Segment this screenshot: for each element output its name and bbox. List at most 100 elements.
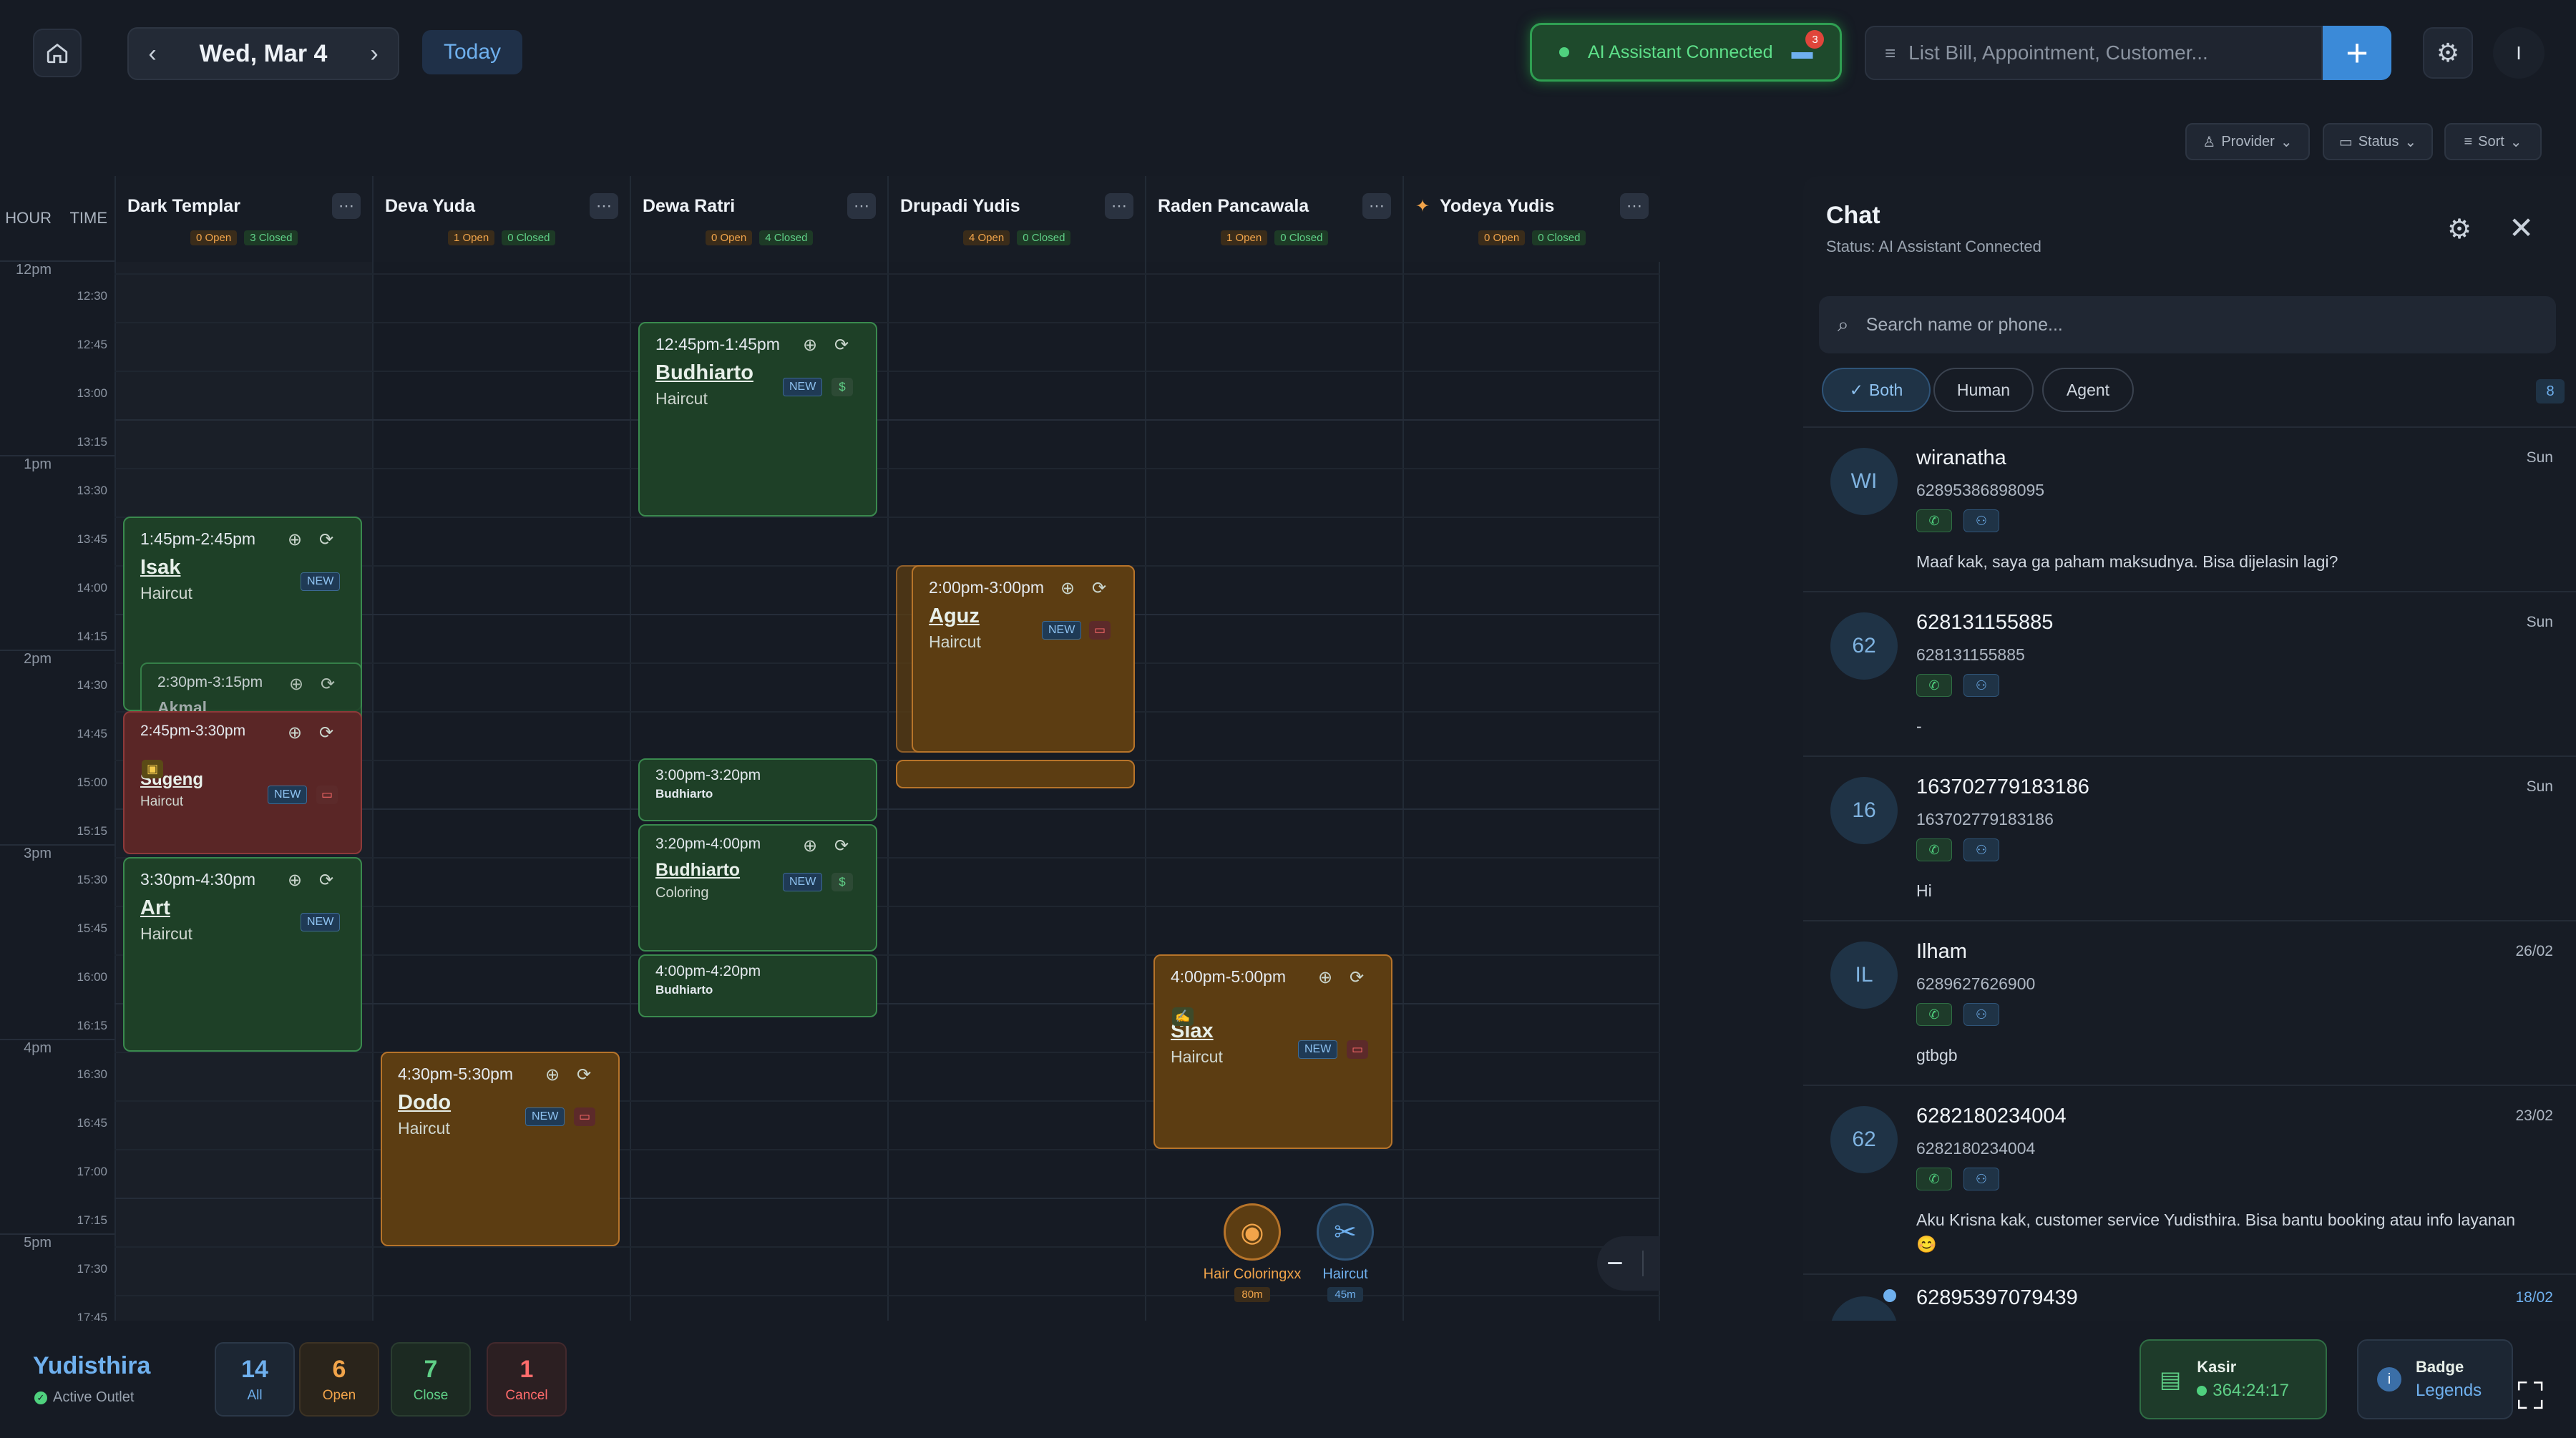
signature-badge-icon: ✍ — [1172, 1007, 1194, 1026]
more-icon[interactable]: ⋯ — [590, 193, 618, 219]
more-icon[interactable]: ⋯ — [847, 193, 876, 219]
appointment-card[interactable]: 4:00pm-4:20pm Budhiarto — [638, 954, 877, 1017]
conversation-count: 8 — [2536, 379, 2565, 403]
add-circle-icon[interactable]: ⊕ — [288, 870, 302, 891]
kasir-button[interactable]: ▤ Kasir 364:24:17 — [2140, 1339, 2327, 1419]
service-dock-item[interactable]: ✂ Haircut 45m — [1309, 1203, 1381, 1303]
customer-name[interactable]: Slax — [1171, 1019, 1375, 1043]
time-label: 17:00 — [77, 1165, 107, 1178]
refresh-icon[interactable]: ⟳ — [834, 335, 849, 356]
appointment-card[interactable]: 3:30pm-4:30pm ⊕ ⟳ NEW Art Haircut — [123, 857, 362, 1052]
chevron-left-icon[interactable]: ‹ — [129, 40, 176, 68]
appointment-card[interactable]: 2:00pm-3:00pm ⊕ ⟳ NEW ▭ Aguz Haircut — [912, 565, 1135, 753]
add-circle-icon[interactable]: ⊕ — [288, 529, 302, 550]
home-button[interactable] — [33, 29, 82, 77]
filter-agent[interactable]: Agent — [2042, 368, 2134, 412]
kasir-timer: 364:24:17 — [2212, 1381, 2290, 1400]
contact-name: 163702779183186 — [1916, 776, 2089, 798]
filter-human[interactable]: Human — [1933, 368, 2034, 412]
today-button[interactable]: Today — [422, 30, 522, 74]
refresh-icon[interactable]: ⟳ — [834, 836, 849, 856]
more-icon[interactable]: ⋯ — [1620, 193, 1649, 219]
customer-name[interactable]: Dodo — [398, 1091, 602, 1115]
avatar: 16 — [1830, 777, 1898, 844]
chevron-right-icon[interactable]: › — [351, 40, 398, 68]
add-circle-icon[interactable]: ⊕ — [803, 335, 817, 356]
new-badge: NEW — [268, 786, 308, 804]
conversation-item[interactable]: 62 628131155885 628131155885 Sun ✆ ⚇ - — [1803, 591, 2576, 755]
time-label: 15:45 — [77, 921, 107, 935]
add-circle-icon[interactable]: ⊕ — [288, 723, 302, 743]
status-filter[interactable]: ▭ Status ⌄ — [2323, 123, 2433, 160]
conversation-item[interactable]: 62 62895397079439 18/02 — [1803, 1273, 2576, 1321]
register-icon: ▤ — [2160, 1366, 2182, 1392]
customer-name[interactable]: Budhiarto — [655, 361, 860, 385]
customer-name[interactable]: Budhiarto — [655, 983, 860, 997]
more-icon[interactable]: ⋯ — [332, 193, 361, 219]
time-label: 15:00 — [77, 776, 107, 789]
refresh-icon[interactable]: ⟳ — [577, 1065, 591, 1085]
contact-name: wiranatha — [1916, 446, 2006, 469]
zoom-out-icon[interactable]: − — [1606, 1248, 1623, 1280]
refresh-icon[interactable]: ⟳ — [319, 870, 333, 891]
provider-header: Yodeya Yudis ✦ ⋯ 0 Open 0 Closed — [1404, 176, 1660, 262]
customer-name[interactable]: Sugeng — [140, 770, 345, 790]
appointment-card[interactable]: 2:45pm-3:30pm ⊕ ⟳ ▣ NEW ▭ Sugeng Haircut — [123, 711, 362, 854]
stat-close[interactable]: 7 Close — [391, 1342, 471, 1417]
conversation-item[interactable]: 62 6282180234004 6282180234004 23/02 ✆ ⚇ … — [1803, 1085, 2576, 1273]
sort-filter[interactable]: ≡ Sort ⌄ — [2444, 123, 2542, 160]
global-search-input[interactable]: ≡ List Bill, Appointment, Customer... — [1865, 26, 2323, 80]
add-circle-icon[interactable]: ⊕ — [1318, 967, 1332, 988]
add-circle-icon[interactable]: ⊕ — [1060, 578, 1075, 599]
refresh-icon[interactable]: ⟳ — [1092, 578, 1106, 599]
list-icon: ≡ — [1885, 41, 1896, 64]
refresh-icon[interactable]: ⟳ — [319, 529, 333, 550]
add-circle-icon[interactable]: ⊕ — [803, 836, 817, 856]
time-label: 16:15 — [77, 1019, 107, 1032]
gear-icon[interactable]: ⚙ — [2447, 213, 2472, 245]
more-icon[interactable]: ⋯ — [1362, 193, 1391, 219]
settings-button[interactable]: ⚙ — [2423, 27, 2473, 79]
chat-search-input[interactable]: ⌕ Search name or phone... — [1819, 296, 2556, 353]
appointment-card[interactable]: 4:00pm-5:00pm ⊕ ⟳ ✍ NEW ▭ Slax Haircut — [1153, 954, 1392, 1149]
service-name: Haircut — [1171, 1047, 1223, 1066]
add-circle-icon[interactable]: ⊕ — [289, 674, 303, 695]
refresh-icon[interactable]: ⟳ — [321, 674, 335, 695]
check-icon: ✓ — [1849, 380, 1863, 399]
appointment-card-collapsed[interactable] — [896, 760, 1135, 788]
customer-name[interactable]: Budhiarto — [655, 860, 860, 881]
user-avatar[interactable]: I — [2493, 27, 2545, 79]
more-icon[interactable]: ⋯ — [1105, 193, 1133, 219]
robot-icon: ⚇ — [1963, 509, 1999, 532]
appointment-card[interactable]: 3:20pm-4:00pm ⊕ ⟳ NEW $ Budhiarto Colori… — [638, 824, 877, 952]
filter-both[interactable]: ✓ Both — [1822, 368, 1931, 412]
customer-name[interactable]: Budhiarto — [655, 787, 860, 801]
scissors-icon: ✂ — [1317, 1203, 1374, 1261]
refresh-icon[interactable]: ⟳ — [1350, 967, 1364, 988]
ai-assistant-status[interactable]: AI Assistant Connected ▬ 3 — [1530, 23, 1842, 82]
last-message: gtbgb — [1916, 1046, 1958, 1065]
stat-cancel[interactable]: 1 Cancel — [487, 1342, 567, 1417]
provider-filter[interactable]: ♙ Provider ⌄ — [2185, 123, 2310, 160]
new-badge: NEW — [301, 913, 341, 931]
last-message: Hi — [1916, 881, 1932, 900]
service-dock-item[interactable]: ◉ Hair Coloringxx 80m — [1202, 1203, 1302, 1303]
badge-legends-button[interactable]: i Badge Legends — [2357, 1339, 2513, 1419]
refresh-icon[interactable]: ⟳ — [319, 723, 333, 743]
fullscreen-icon[interactable]: ⛶ — [2517, 1375, 2543, 1419]
appointment-card[interactable]: 12:45pm-1:45pm ⊕ ⟳ NEW $ Budhiarto Hairc… — [638, 322, 877, 517]
stat-all[interactable]: 14 All — [215, 1342, 295, 1417]
appointment-card[interactable]: 4:30pm-5:30pm ⊕ ⟳ NEW ▭ Dodo Haircut — [381, 1052, 620, 1246]
conversation-item[interactable]: 16 163702779183186 163702779183186 Sun ✆… — [1803, 755, 2576, 920]
open-badge: 4 Open — [963, 230, 1010, 245]
add-button[interactable]: + — [2323, 26, 2391, 80]
conversation-item[interactable]: IL Ilham 6289627626900 26/02 ✆ ⚇ gtbgb — [1803, 920, 2576, 1085]
appointment-time: 1:45pm-2:45pm — [140, 529, 256, 548]
stat-open[interactable]: 6 Open — [299, 1342, 379, 1417]
add-circle-icon[interactable]: ⊕ — [545, 1065, 560, 1085]
appointment-card[interactable]: 3:00pm-3:20pm Budhiarto — [638, 758, 877, 821]
badge-sublabel: Legends — [2416, 1381, 2482, 1400]
conversation-item[interactable]: WI wiranatha 62895386898095 Sun ✆ ⚇ Maaf … — [1803, 426, 2576, 591]
last-message: - — [1916, 717, 1922, 735]
close-icon[interactable]: ✕ — [2509, 210, 2534, 245]
